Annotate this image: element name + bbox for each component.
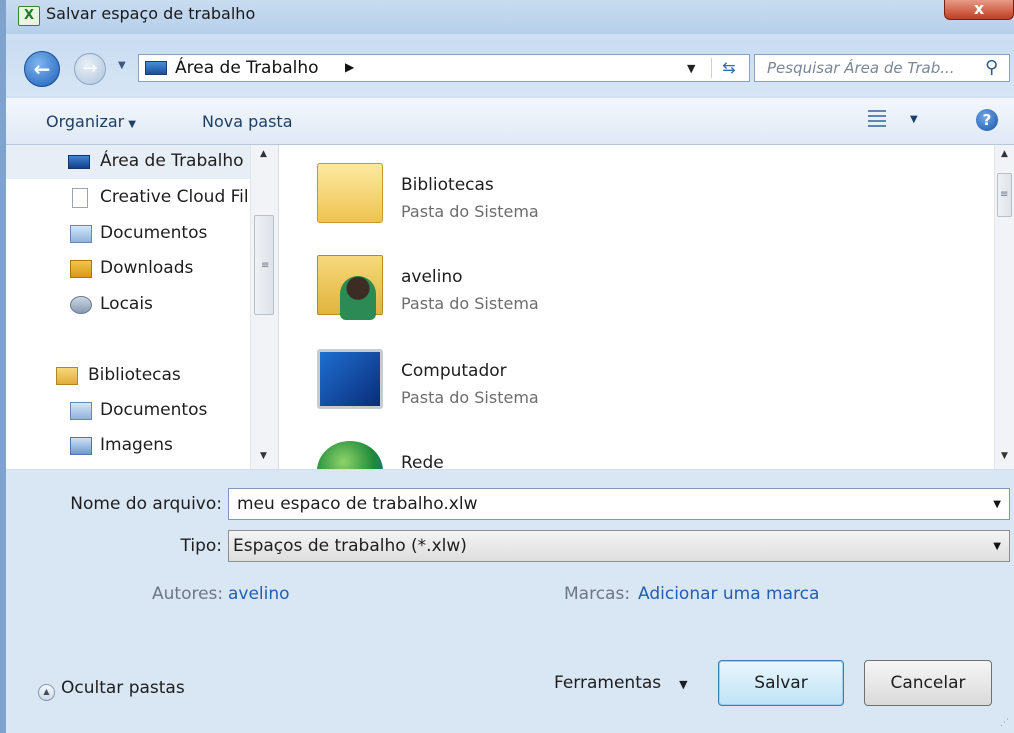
sidebar-item-creative-cloud[interactable]: Creative Cloud Fil [6, 181, 250, 215]
address-row: ← → ▼ Área de Trabalho ▶ ▼ ⇆ Pesquisar Á… [6, 40, 1014, 96]
file-list: Bibliotecas Pasta do Sistema avelino Pas… [279, 145, 994, 469]
tags-label: Marcas: [564, 584, 631, 604]
chevron-down-icon[interactable]: ▼ [993, 541, 1001, 552]
scroll-up-icon[interactable]: ▲ [260, 149, 267, 159]
tools-menu[interactable]: Ferramentas ▼ [554, 673, 688, 693]
images-icon [70, 437, 92, 455]
window-title: Salvar espaço de trabalho [46, 4, 256, 23]
person-icon [340, 276, 376, 320]
save-dialog: X Salvar espaço de trabalho x ← → ▼ Área… [0, 0, 1014, 733]
sidebar-item-documents[interactable]: Documentos [6, 217, 250, 251]
list-item[interactable]: Rede [279, 423, 979, 469]
list-item[interactable]: avelino Pasta do Sistema [279, 237, 979, 325]
organize-menu[interactable]: Organizar ▼ [46, 112, 136, 131]
help-icon[interactable]: ? [976, 109, 998, 131]
authors-label: Autores: [152, 584, 224, 604]
search-input[interactable]: Pesquisar Área de Trab... ⚲ [754, 54, 1010, 82]
excel-icon: X [18, 6, 40, 26]
save-button[interactable]: Salvar [718, 660, 844, 706]
address-bar[interactable]: Área de Trabalho ▶ ▼ ⇆ [138, 54, 750, 82]
item-type: Pasta do Sistema [401, 294, 539, 313]
save-form: Nome do arquivo: meu espaco de trabalho.… [6, 470, 1014, 733]
hide-folders-label[interactable]: Ocultar pastas [61, 678, 185, 698]
item-name: avelino [401, 267, 463, 287]
cancel-button[interactable]: Cancelar [864, 660, 992, 706]
search-icon[interactable]: ⚲ [985, 57, 998, 78]
type-label: Tipo: [180, 536, 222, 556]
scroll-down-icon[interactable]: ▼ [1001, 451, 1008, 461]
tools-label[interactable]: Ferramentas [554, 673, 661, 693]
documents-icon [70, 402, 92, 420]
resize-grip-icon[interactable]: ⋰ [1000, 718, 1009, 728]
chevron-down-icon[interactable]: ▼ [128, 119, 136, 130]
back-button[interactable]: ← [24, 51, 60, 87]
chevron-down-icon[interactable]: ▼ [910, 114, 918, 125]
grip-icon: ≡ [1000, 189, 1009, 200]
content-scrollbar[interactable]: ▲ ≡ ▼ [994, 145, 1014, 469]
libraries-icon [56, 367, 78, 385]
sidebar-item-label: Creative Cloud Fil [100, 187, 249, 207]
sidebar-item-libraries[interactable]: Bibliotecas [6, 359, 250, 393]
chevron-up-icon[interactable]: ▲ [38, 684, 55, 701]
close-button[interactable]: x [944, 0, 1014, 20]
sidebar-item-label: Documentos [100, 400, 208, 420]
filename-label: Nome do arquivo: [70, 494, 222, 514]
sidebar-item-label: Downloads [100, 258, 194, 278]
downloads-icon [70, 260, 92, 278]
documents-icon [70, 225, 92, 243]
desktop-icon [145, 61, 167, 75]
new-folder-button[interactable]: Nova pasta [202, 112, 293, 131]
filename-value[interactable]: meu espaco de trabalho.xlw [237, 494, 478, 514]
item-name: Rede [401, 453, 444, 469]
item-type: Pasta do Sistema [401, 388, 539, 407]
sidebar-item-label: Área de Trabalho [100, 151, 244, 171]
title-bar: X Salvar espaço de trabalho x [6, 0, 1014, 34]
sidebar-item-label: Bibliotecas [88, 365, 181, 385]
sidebar-item-library-documents[interactable]: Documentos [6, 394, 250, 428]
sidebar-item-downloads[interactable]: Downloads [6, 252, 250, 286]
computer-icon [317, 349, 383, 409]
desktop-icon [68, 155, 90, 169]
item-name: Computador [401, 361, 507, 381]
sidebar-item-desktop[interactable]: Área de Trabalho [6, 145, 250, 179]
libraries-icon [317, 163, 383, 223]
sidebar-item-label: Documentos [100, 223, 208, 243]
network-icon [317, 441, 383, 469]
scroll-down-icon[interactable]: ▼ [260, 451, 267, 461]
chevron-down-icon[interactable]: ▼ [993, 499, 1001, 510]
file-type-value[interactable]: Espaços de trabalho (*.xlw) [233, 536, 467, 556]
history-dropdown-icon[interactable]: ▼ [118, 60, 126, 71]
refresh-icon[interactable]: ⇆ [711, 58, 746, 78]
item-type: Pasta do Sistema [401, 202, 539, 221]
list-item[interactable]: Computador Pasta do Sistema [279, 331, 979, 419]
breadcrumb-arrow-icon[interactable]: ▶ [345, 60, 354, 74]
hide-folders-button[interactable]: ▲ Ocultar pastas [38, 678, 185, 701]
file-type-select[interactable]: Espaços de trabalho (*.xlw) ▼ [228, 530, 1010, 562]
file-icon [72, 188, 88, 208]
sidebar-item-label: Imagens [100, 435, 173, 455]
address-text[interactable]: Área de Trabalho [175, 58, 319, 78]
navigation-pane: Área de Trabalho Creative Cloud Fil Docu… [6, 145, 279, 469]
sidebar-item-images[interactable]: Imagens [6, 429, 250, 463]
view-options-icon[interactable] [868, 110, 886, 128]
sidebar-item-places[interactable]: Locais [6, 288, 250, 322]
authors-value[interactable]: avelino [228, 584, 290, 604]
command-bar: Organizar ▼ Nova pasta ▼ ? [6, 98, 1014, 145]
item-name: Bibliotecas [401, 175, 494, 195]
scroll-up-icon[interactable]: ▲ [1001, 149, 1008, 159]
places-icon [70, 296, 92, 314]
add-tag-link[interactable]: Adicionar uma marca [638, 584, 819, 604]
list-item[interactable]: Bibliotecas Pasta do Sistema [279, 145, 979, 233]
grip-icon: ≡ [261, 260, 270, 271]
filename-field[interactable]: meu espaco de trabalho.xlw ▼ [228, 488, 1010, 520]
user-folder-icon [317, 255, 383, 320]
chevron-down-icon[interactable]: ▼ [679, 678, 687, 691]
sidebar-item-label: Locais [100, 294, 153, 314]
address-dropdown-icon[interactable]: ▼ [687, 62, 695, 75]
forward-button[interactable]: → [74, 53, 106, 85]
organize-label[interactable]: Organizar [46, 112, 124, 131]
sidebar-scrollbar[interactable]: ▲ ≡ ▼ [250, 145, 278, 469]
search-placeholder[interactable]: Pesquisar Área de Trab... [767, 59, 955, 77]
